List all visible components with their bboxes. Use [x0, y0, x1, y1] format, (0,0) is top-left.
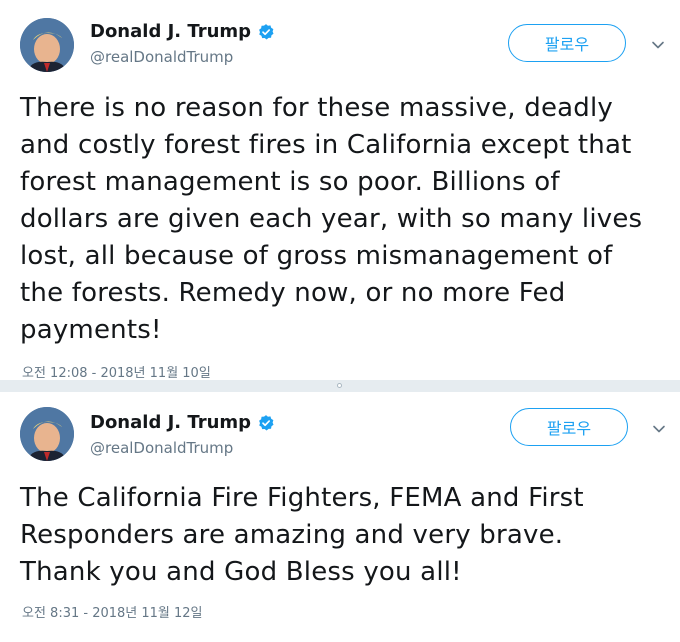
- tweet-text: There is no reason for these massive, de…: [20, 93, 643, 345]
- avatar-image: [20, 407, 74, 461]
- avatar[interactable]: [20, 407, 74, 461]
- verified-badge-icon: [259, 414, 274, 430]
- divider-handle: [337, 383, 342, 388]
- avatar-image: [20, 18, 74, 72]
- tweet-timestamp[interactable]: 오전 12:08 - 2018년 11월 10일: [22, 362, 211, 381]
- chevron-down-icon[interactable]: [651, 421, 667, 437]
- tweet-card: Donald J. Trump @realDonaldTrump 팔로우 The…: [0, 0, 680, 381]
- tweet-timestamp[interactable]: 오전 8:31 - 2018년 11월 12일: [22, 602, 203, 621]
- avatar[interactable]: [20, 18, 74, 72]
- display-name-text: Donald J. Trump: [90, 21, 252, 42]
- user-handle[interactable]: @realDonaldTrump: [90, 48, 233, 66]
- display-name-text: Donald J. Trump: [90, 412, 252, 433]
- follow-button[interactable]: 팔로우: [510, 408, 628, 446]
- tweet-divider: [0, 380, 680, 392]
- follow-button[interactable]: 팔로우: [508, 24, 626, 62]
- user-handle[interactable]: @realDonaldTrump: [90, 439, 233, 457]
- display-name[interactable]: Donald J. Trump: [90, 412, 275, 433]
- tweet-text: The California Fire Fighters, FEMA and F…: [20, 483, 584, 587]
- verified-badge-icon: [259, 23, 274, 39]
- display-name[interactable]: Donald J. Trump: [90, 21, 275, 42]
- tweet-card: Donald J. Trump @realDonaldTrump 팔로우 The…: [0, 392, 680, 642]
- chevron-down-icon[interactable]: [650, 37, 666, 53]
